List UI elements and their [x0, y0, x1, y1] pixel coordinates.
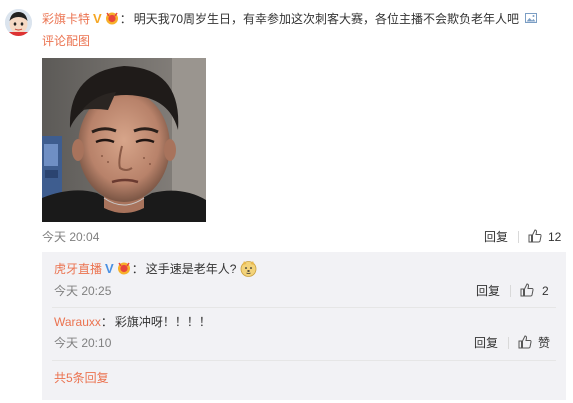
reply-colon: ：	[131, 262, 144, 276]
comment-meta-row: 今天 20:04 回复 12	[42, 228, 562, 246]
weibo-comment-card: 彩旗卡特 V：明天我70周岁生日，有幸参加这次刺客大赛，各位主播不会欺负老年人吧 …	[0, 0, 573, 403]
thumbs-up-icon	[520, 283, 534, 297]
comment-image-link[interactable]: 评论配图	[42, 33, 90, 49]
like-count: 2	[542, 284, 549, 298]
meta-divider	[518, 231, 519, 243]
like-button[interactable]: 2	[520, 282, 554, 300]
reply-button[interactable]: 回复	[476, 282, 500, 300]
meta-divider	[510, 285, 511, 297]
doge-face-icon	[240, 261, 257, 277]
reply-text: 这手速是老年人?	[145, 262, 237, 276]
like-button[interactable]: 12	[528, 228, 562, 246]
thumbs-up-icon	[528, 229, 542, 243]
comment-time: 今天 20:04	[42, 230, 100, 244]
like-button[interactable]: 赞	[518, 334, 558, 352]
image-icon[interactable]	[525, 12, 538, 24]
reply-line: 虎牙直播 V ：这手速是老年人?	[54, 260, 257, 278]
reply-text: 彩旗冲呀！！！！	[114, 315, 211, 329]
comment-colon: ：	[119, 12, 132, 26]
comment-line: 彩旗卡特 V ：明天我70周岁生日，有幸参加这次刺客大赛，各位主播不会欺负老年人吧	[42, 10, 572, 28]
avatar-image	[5, 9, 32, 36]
reply-divider	[52, 360, 556, 361]
avatar[interactable]	[5, 9, 32, 36]
reply-time: 今天 20:10	[54, 336, 112, 350]
thumbs-up-icon	[518, 335, 532, 349]
reply-button[interactable]: 回复	[484, 228, 508, 246]
reply-time: 今天 20:25	[54, 284, 112, 298]
comment-photo[interactable]	[42, 58, 206, 222]
reply-colon: ：	[100, 315, 113, 329]
reply-divider	[52, 307, 556, 308]
comment-text: 明天我70周岁生日，有幸参加这次刺客大赛，各位主播不会欺负老年人吧	[133, 12, 520, 26]
like-count: 12	[548, 230, 562, 244]
reply-username[interactable]: Warauxx	[54, 315, 101, 329]
comment-username[interactable]: 彩旗卡特	[42, 12, 90, 26]
verified-badge-icon: V	[93, 11, 102, 26]
meta-divider	[508, 337, 509, 349]
reply-button[interactable]: 回复	[474, 334, 498, 352]
reply-meta-row: 今天 20:10 回复 赞	[54, 334, 558, 352]
fan-medal-icon	[117, 262, 130, 275]
more-replies-link[interactable]: 共5条回复	[54, 369, 109, 387]
replies-panel: 虎牙直播 V：这手速是老年人? 今天 20:25 回复 2 Warauxx： 彩旗冲…	[42, 252, 566, 400]
like-label: 赞	[538, 336, 551, 350]
verified-badge-icon: V	[105, 261, 114, 276]
reply-line: Warauxx： 彩旗冲呀！！！！	[54, 313, 211, 331]
reply-meta-row: 今天 20:25 回复 2	[54, 282, 558, 300]
reply-username[interactable]: 虎牙直播	[54, 262, 102, 276]
fan-medal-icon	[105, 12, 118, 25]
selfie-photo-image	[42, 58, 206, 222]
